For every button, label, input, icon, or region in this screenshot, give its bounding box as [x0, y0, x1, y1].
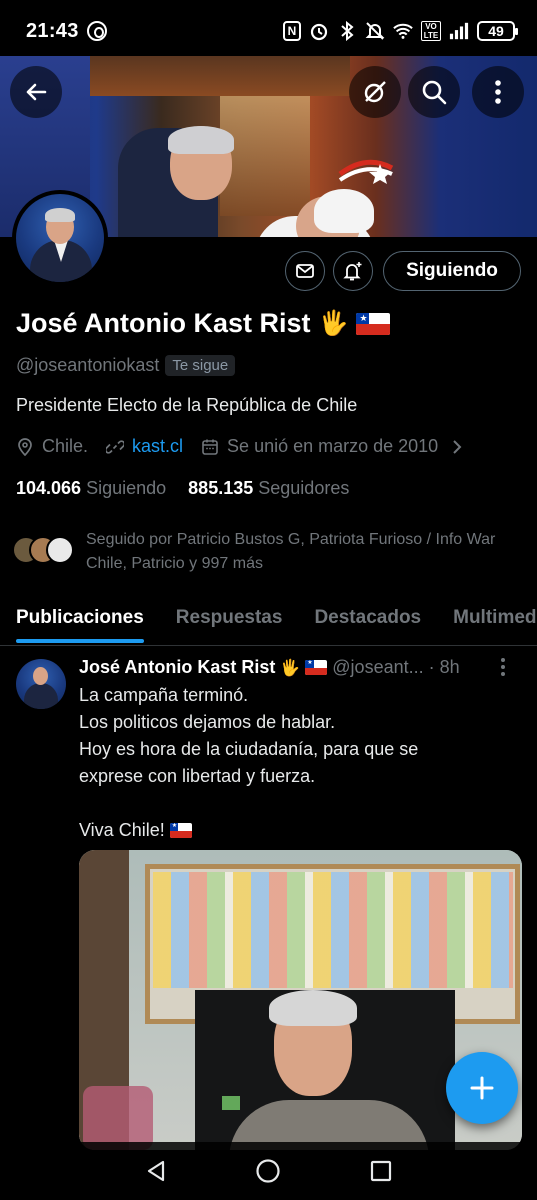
profile-name-row: José Antonio Kast Rist 🖐 ★	[16, 308, 391, 339]
volte-icon: VO LTE	[421, 21, 441, 41]
tweet-separator: ·	[428, 657, 435, 677]
more-vertical-icon	[501, 658, 505, 676]
profile-avatar[interactable]	[12, 190, 108, 286]
nfc-icon: N	[283, 21, 301, 41]
battery-level: 49	[488, 23, 504, 39]
chevron-right-icon[interactable]	[448, 438, 466, 456]
search-button[interactable]	[408, 66, 460, 118]
tweet-line: Hoy es hora de la ciudadanía, para que s…	[79, 739, 419, 759]
nav-home-button[interactable]	[248, 1151, 288, 1191]
search-icon	[422, 80, 447, 105]
tweet-time: 8h	[439, 657, 460, 677]
profile-meta: Chile. kast.cl Se unió en marzo de 2010	[16, 436, 474, 457]
tab-publicaciones[interactable]: Publicaciones	[0, 596, 160, 645]
nav-back-button[interactable]	[136, 1151, 176, 1191]
tweet-avatar[interactable]	[16, 659, 66, 709]
status-time: 21:43	[26, 19, 79, 42]
chile-flag-icon: ★	[305, 660, 328, 675]
grok-icon	[364, 81, 386, 103]
profile-name: José Antonio Kast Rist	[16, 308, 311, 338]
calendar-icon	[201, 438, 219, 456]
plus-icon	[470, 1076, 494, 1100]
following-label: Siguiendo	[86, 478, 167, 498]
tweet-line-last: Viva Chile! ★	[79, 817, 519, 844]
mute-icon	[365, 21, 385, 41]
follower-avatars	[12, 536, 76, 566]
nav-recents-button[interactable]	[361, 1151, 401, 1191]
profile-handle: @joseantoniokast	[16, 355, 160, 375]
profile-tabs: Publicaciones Respuestas Destacados Mult…	[0, 596, 537, 646]
envelope-icon	[296, 264, 314, 278]
tweet-line: exprese con libertad y fuerza.	[79, 766, 316, 786]
profile-link[interactable]: kast.cl	[132, 436, 183, 457]
tweet-handle: @joseant...	[332, 657, 424, 677]
signal-icon	[449, 21, 469, 41]
following-stat[interactable]: 104.066 Siguiendo	[16, 478, 166, 499]
link-icon	[106, 438, 125, 456]
profile-stats: 104.066 Siguiendo 885.135 Seguidores	[16, 478, 349, 499]
location-icon	[16, 437, 34, 456]
handle-row: @joseantoniokast Te sigue	[16, 355, 236, 376]
notifications-button[interactable]	[333, 251, 373, 291]
threads-icon	[86, 21, 107, 41]
banner-roof	[90, 56, 350, 96]
alarm-icon	[309, 21, 329, 41]
profile-bio: Presidente Electo de la República de Chi…	[16, 395, 358, 415]
chile-flag-icon: ★	[356, 312, 391, 335]
more-button[interactable]	[472, 66, 524, 118]
wifi-icon	[393, 21, 413, 41]
raised-hand-emoji: 🖐	[318, 310, 349, 337]
tweet-text: La campaña terminó. Los politicos dejamo…	[79, 682, 519, 844]
triangle-back-icon	[148, 1160, 165, 1182]
campaign-logo	[338, 159, 394, 184]
follows-you-badge: Te sigue	[165, 355, 236, 376]
message-button[interactable]	[285, 251, 325, 291]
tweet-line	[79, 790, 519, 817]
followers-label: Seguidores	[258, 478, 350, 498]
tab-multimedia[interactable]: Multimedia	[437, 596, 537, 645]
banner-man-hair	[168, 126, 234, 154]
circle-home-icon	[256, 1159, 281, 1183]
tweet-line: Viva Chile!	[79, 820, 165, 840]
followed-by-text: Seguido por Patricio Bustos G, Patriota …	[86, 531, 496, 572]
avatar-hair	[45, 208, 75, 222]
back-button[interactable]	[10, 66, 62, 118]
tweet-line: La campaña terminó.	[79, 685, 249, 705]
tweet-author[interactable]: José Antonio Kast Rist	[79, 657, 275, 678]
chile-flag-icon: ★	[169, 823, 192, 838]
tweet-more-button[interactable]	[500, 657, 506, 681]
followed-by[interactable]: Seguido por Patricio Bustos G, Patriota …	[12, 528, 536, 576]
tab-destacados[interactable]: Destacados	[298, 596, 437, 645]
banner-woman-cap	[314, 189, 374, 233]
following-count: 104.066	[16, 478, 82, 498]
square-recents-icon	[370, 1160, 391, 1182]
tweet-line: Los politicos dejamos de hablar.	[79, 712, 336, 732]
profile-location: Chile.	[42, 436, 89, 456]
followers-count: 885.135	[188, 478, 254, 498]
more-vertical-icon	[495, 80, 501, 104]
grok-button[interactable]	[349, 66, 401, 118]
banner-corridor	[220, 96, 310, 216]
profile-joined: Se unió en marzo de 2010	[227, 436, 439, 456]
compose-button[interactable]	[446, 1052, 518, 1124]
back-arrow-icon	[26, 83, 47, 101]
raised-hand-emoji: 🖐	[280, 659, 301, 677]
follower-avatar	[46, 536, 74, 564]
status-bar: 21:43 N VO LTE 49	[0, 0, 537, 62]
tweet-header: José Antonio Kast Rist 🖐 ★ @joseant... ·…	[79, 657, 460, 678]
following-button[interactable]: Siguiendo	[383, 251, 521, 291]
tab-respuestas[interactable]: Respuestas	[160, 596, 299, 645]
system-nav-bar	[0, 1142, 537, 1200]
bell-plus-icon	[343, 262, 362, 281]
battery-indicator: 49	[477, 21, 518, 41]
bluetooth-icon	[337, 21, 357, 41]
followers-stat[interactable]: 885.135 Seguidores	[188, 478, 349, 499]
